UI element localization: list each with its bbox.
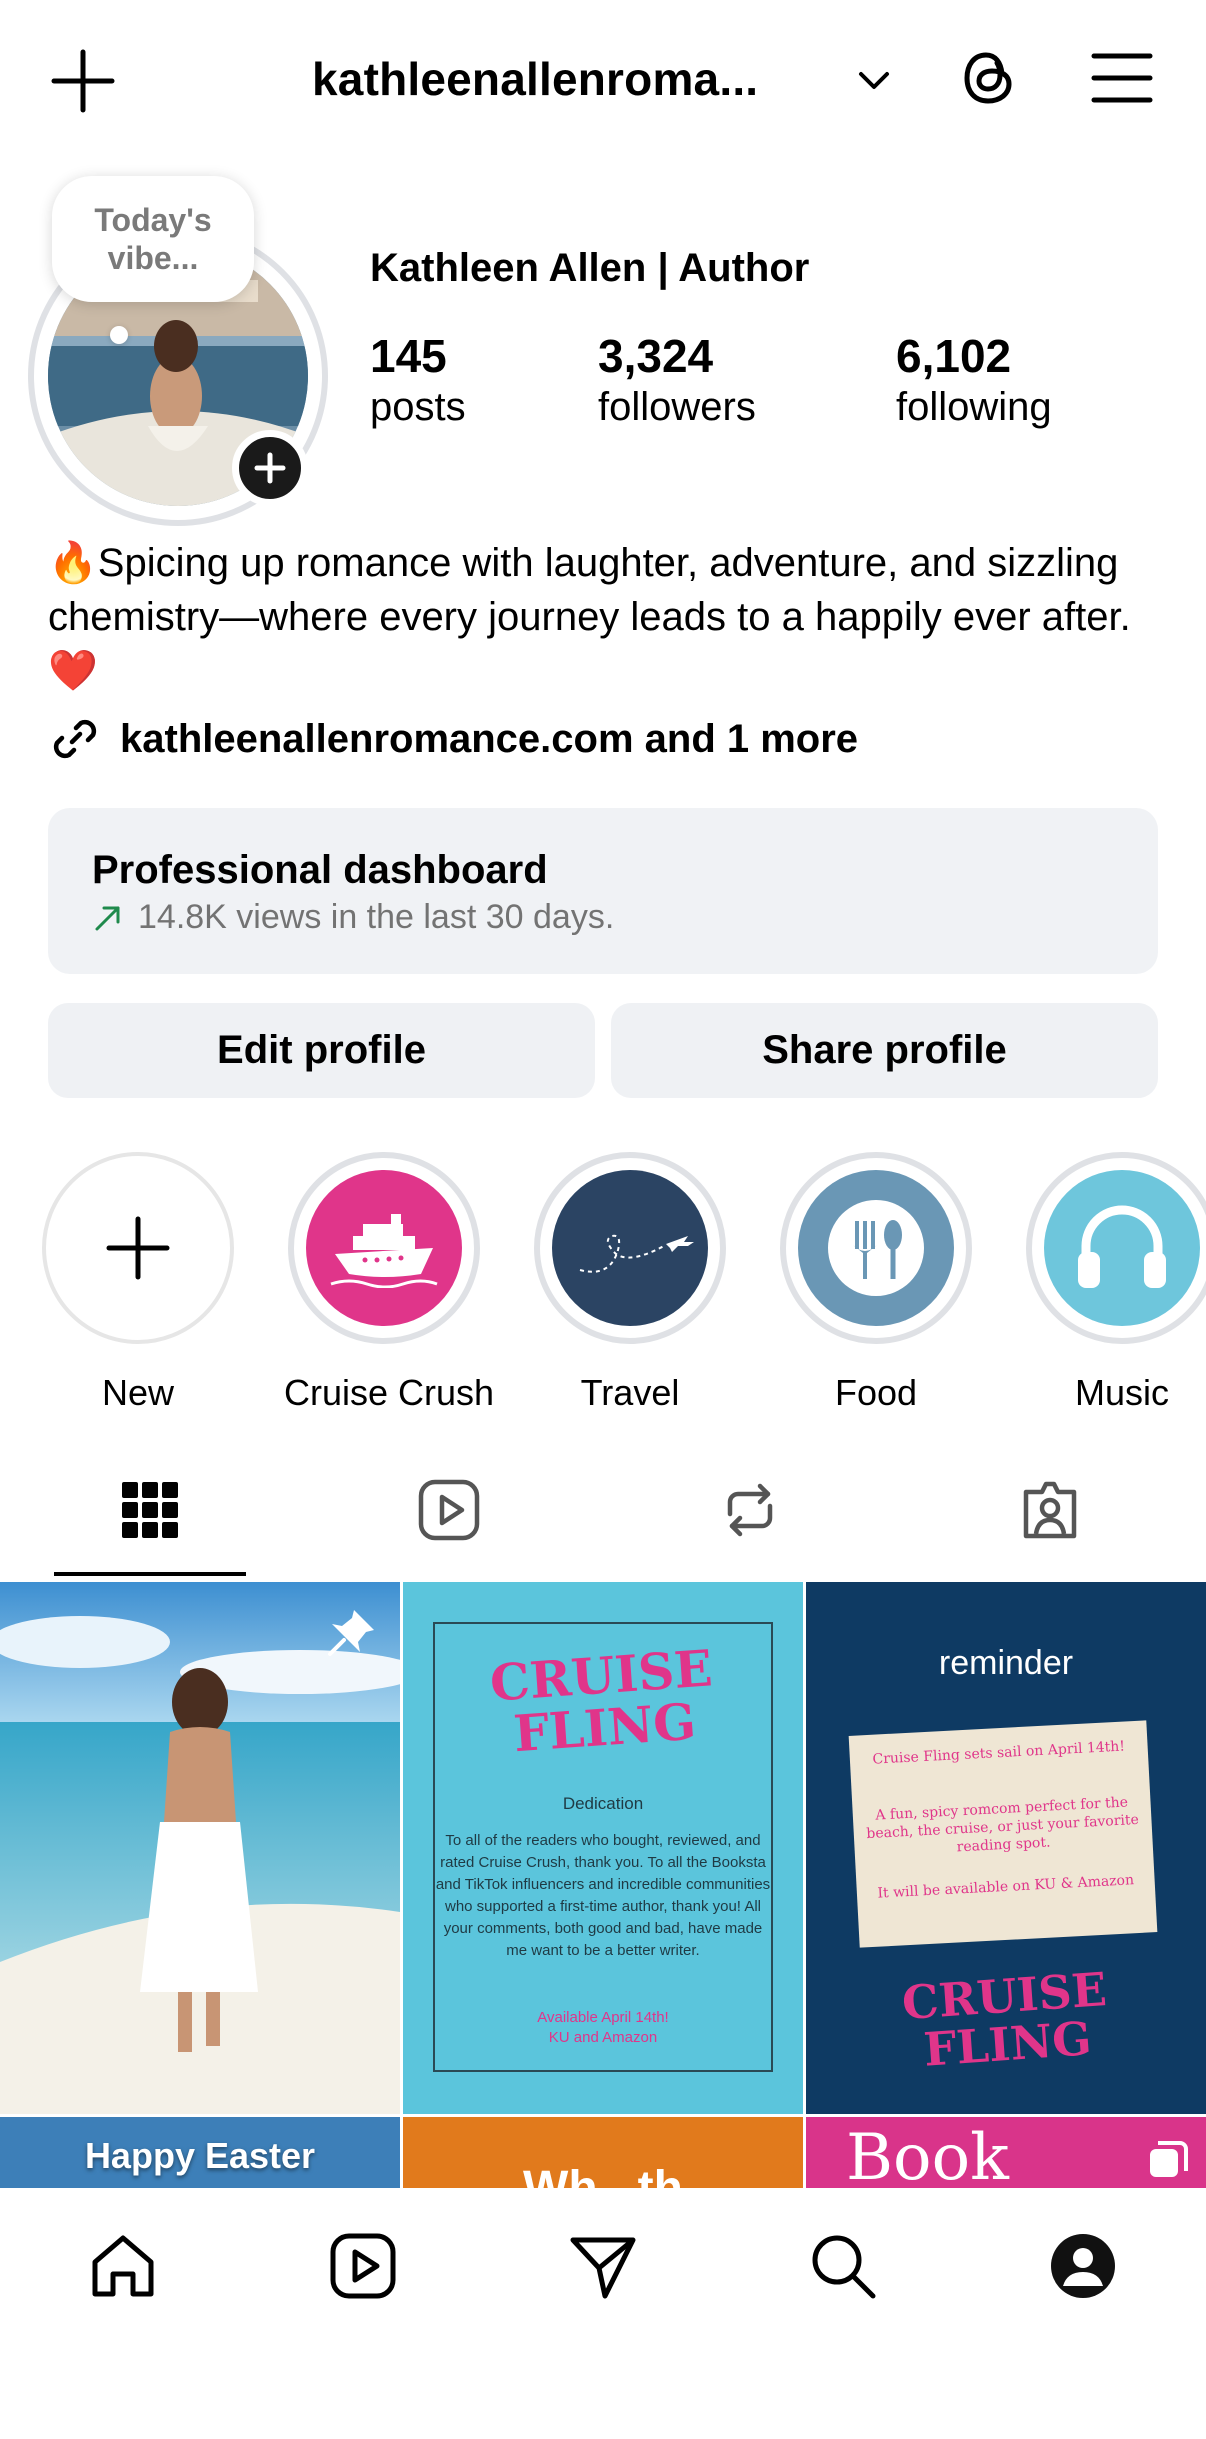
edit-profile-button[interactable]: Edit profile bbox=[48, 1003, 595, 1098]
grid-icon[interactable] bbox=[118, 1478, 182, 1542]
highlight-cruise-crush[interactable]: Cruise Crush bbox=[284, 1152, 495, 1414]
reposts-icon[interactable] bbox=[718, 1478, 782, 1542]
highlight-label: Travel bbox=[580, 1372, 680, 1413]
headphones-icon bbox=[1044, 1170, 1200, 1326]
trend-up-icon bbox=[95, 906, 120, 930]
highlight-label: New bbox=[101, 1372, 175, 1413]
highlight-label: Food bbox=[834, 1372, 918, 1413]
post-caption: Happy Easter bbox=[84, 2135, 316, 2176]
stat-following-label: following bbox=[896, 385, 1052, 429]
home-icon[interactable] bbox=[87, 2230, 159, 2302]
cruise-ship-icon bbox=[306, 1170, 462, 1326]
highlight-ring bbox=[1026, 1152, 1206, 1344]
chevron-down-icon[interactable] bbox=[856, 62, 892, 98]
highlight-travel[interactable]: Travel bbox=[530, 1152, 730, 1414]
plus-icon[interactable] bbox=[50, 48, 116, 114]
link-icon bbox=[53, 719, 97, 759]
post-note-paper: Cruise Fling sets sail on April 14th! A … bbox=[848, 1720, 1158, 1948]
post-caption: Book bbox=[846, 2121, 1009, 2188]
search-icon[interactable] bbox=[807, 2230, 879, 2302]
reels-icon[interactable] bbox=[417, 1478, 481, 1542]
active-tab-indicator bbox=[54, 1572, 246, 1576]
highlight-new[interactable]: New bbox=[38, 1152, 238, 1414]
reels-icon[interactable] bbox=[327, 2230, 399, 2302]
profile-link[interactable]: kathleenallenromance.com and 1 more bbox=[48, 712, 858, 766]
messages-icon[interactable] bbox=[567, 2230, 639, 2302]
highlight-food[interactable]: Food bbox=[776, 1152, 976, 1414]
post-footer-line1: Available April 14th! bbox=[537, 2009, 669, 2026]
post-thumbnail[interactable]: CRUISE FLING Dedication To all of the re… bbox=[403, 1582, 803, 2114]
threads-icon[interactable] bbox=[955, 44, 1023, 112]
stat-posts-value: 145 bbox=[370, 330, 447, 382]
post-title: CRUISE FLING bbox=[806, 1958, 1206, 2082]
highlight-ring bbox=[780, 1152, 972, 1344]
post-thumbnail[interactable]: Book bbox=[806, 2117, 1206, 2188]
post-note-line2: A fun, spicy romcom perfect for the beac… bbox=[866, 1794, 1140, 1856]
highlight-new-ring bbox=[42, 1152, 234, 1344]
post-note-line1: Cruise Fling sets sail on April 14th! bbox=[872, 1738, 1126, 1768]
post-thumbnail[interactable]: Wh...th bbox=[403, 2117, 803, 2188]
note-bubble-tail bbox=[110, 326, 128, 344]
dashboard-subtitle: 14.8K views in the last 30 days. bbox=[92, 898, 614, 937]
stat-posts[interactable]: 145 posts bbox=[370, 330, 466, 432]
plate-icon bbox=[798, 1170, 954, 1326]
post-footer: Available April 14th! KU and Amazon bbox=[403, 2008, 803, 2048]
bottom-nav bbox=[0, 2188, 1206, 2439]
menu-icon[interactable] bbox=[1090, 50, 1154, 106]
highlight-label: Cruise Crush bbox=[284, 1372, 495, 1413]
highlight-ring bbox=[288, 1152, 480, 1344]
profile-icon[interactable] bbox=[1047, 2230, 1119, 2302]
stat-posts-label: posts bbox=[370, 385, 466, 429]
post-thumbnail[interactable]: Happy Easter bbox=[0, 2117, 400, 2188]
post-reminder-label: reminder bbox=[938, 1644, 1074, 1682]
tagged-icon[interactable] bbox=[1018, 1478, 1082, 1542]
post-thumbnail[interactable] bbox=[0, 1582, 400, 2114]
highlight-label: Music bbox=[1074, 1372, 1169, 1413]
post-body: To all of the readers who bought, review… bbox=[435, 1832, 771, 1959]
username-title[interactable]: kathleenallenroma... bbox=[312, 52, 758, 106]
display-name: Kathleen Allen | Author bbox=[370, 246, 810, 290]
post-heading: Dedication bbox=[562, 1794, 644, 1813]
share-profile-button[interactable]: Share profile bbox=[611, 1003, 1158, 1098]
stat-following[interactable]: 6,102 following bbox=[896, 330, 1052, 432]
add-story-button[interactable] bbox=[232, 430, 308, 506]
plane-icon bbox=[552, 1170, 708, 1326]
professional-dashboard[interactable]: Professional dashboard 14.8K views in th… bbox=[48, 808, 1158, 974]
post-footer-line2: KU and Amazon bbox=[548, 2029, 658, 2046]
highlight-ring bbox=[534, 1152, 726, 1344]
post-thumbnail[interactable]: reminder Cruise Fling sets sail on April… bbox=[806, 1582, 1206, 2114]
stat-followers-value: 3,324 bbox=[598, 330, 714, 382]
stat-followers-label: followers bbox=[598, 385, 756, 429]
post-note-line3: It will be available on KU & Amazon bbox=[877, 1872, 1135, 1902]
pin-icon bbox=[328, 1610, 374, 1656]
plus-icon bbox=[254, 452, 286, 484]
profile-link-text[interactable]: kathleenallenromance.com and 1 more bbox=[120, 717, 858, 762]
bio: 🔥Spicing up romance with laughter, adven… bbox=[48, 541, 1131, 693]
note-bubble[interactable]: Today's vibe... bbox=[52, 176, 254, 302]
dashboard-title: Professional dashboard bbox=[92, 848, 548, 892]
post-caption: Wh...th bbox=[403, 2161, 803, 2188]
highlight-music[interactable]: Music bbox=[1022, 1152, 1206, 1414]
carousel-icon bbox=[1150, 2141, 1188, 2177]
stat-followers[interactable]: 3,324 followers bbox=[598, 330, 756, 432]
dashboard-subtitle-text: 14.8K views in the last 30 days. bbox=[138, 898, 615, 936]
top-bar: kathleenallenroma... bbox=[0, 0, 1206, 160]
stat-following-value: 6,102 bbox=[896, 330, 1012, 382]
plus-icon bbox=[106, 1216, 170, 1280]
note-text: Today's vibe... bbox=[94, 202, 212, 276]
